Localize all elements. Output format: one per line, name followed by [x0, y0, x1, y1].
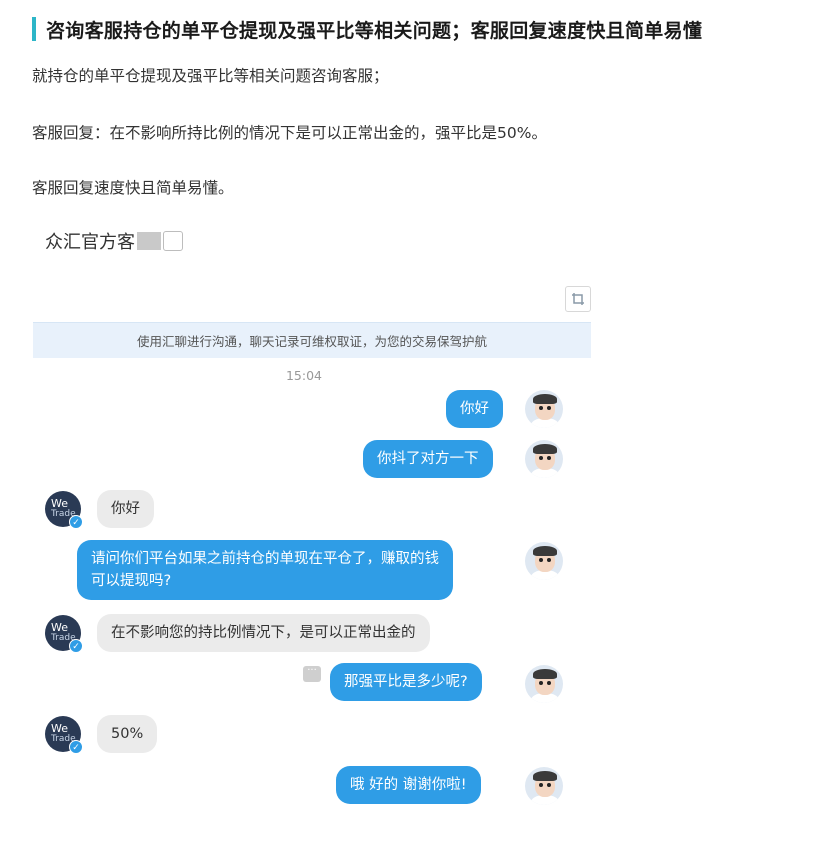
message-bubble-outgoing[interactable]: 请问你们平台如果之前持仓的单现在平仓了，赚取的钱 可以提现吗?: [77, 540, 453, 600]
paragraph-reply: 客服回复：在不影响所持比例的情况下是可以正常出金的，强平比是50%。: [32, 124, 547, 142]
redacted-name-block: [137, 232, 161, 250]
user-avatar: [525, 665, 563, 703]
message-bubble-incoming[interactable]: 50%: [97, 715, 158, 753]
user-avatar: [525, 440, 563, 478]
paragraph-question: 就持仓的单平仓提现及强平比等相关问题咨询客服；: [32, 67, 389, 85]
contact-checkbox[interactable]: [163, 231, 183, 251]
crop-icon[interactable]: [565, 286, 591, 312]
chat-contact-header: 众汇官方客: [45, 228, 183, 254]
heading-accent-bar: [32, 17, 36, 41]
message-bubble-outgoing[interactable]: 哦 好的 谢谢你啦!: [336, 766, 481, 804]
agent-avatar: We Trade ✓: [45, 716, 83, 754]
message-bubble-incoming[interactable]: 在不影响您的持比例情况下，是可以正常出金的: [97, 614, 430, 652]
message-bubble-outgoing[interactable]: 那强平比是多少呢?: [330, 663, 482, 701]
user-avatar: [525, 390, 563, 428]
agent-avatar: We Trade ✓: [45, 491, 83, 529]
security-notice: 使用汇聊进行沟通，聊天记录可维权取证，为您的交易保驾护航: [33, 322, 591, 358]
message-bubble-outgoing[interactable]: 你抖了对方一下: [363, 440, 493, 478]
contact-name: 众汇官方客: [45, 232, 135, 253]
more-dots-icon[interactable]: ···: [303, 666, 321, 682]
agent-avatar: We Trade ✓: [45, 615, 83, 653]
message-bubble-outgoing[interactable]: 你好: [446, 390, 503, 428]
user-avatar: [525, 542, 563, 580]
paragraph-summary: 客服回复速度快且简单易懂。: [32, 179, 234, 197]
check-icon: ✓: [69, 740, 83, 754]
check-icon: ✓: [69, 515, 83, 529]
user-avatar: [525, 767, 563, 805]
message-timestamp: 15:04: [285, 368, 323, 383]
check-icon: ✓: [69, 639, 83, 653]
article-title: 咨询客服持仓的单平仓提现及强平比等相关问题；客服回复速度快且简单易懂: [46, 19, 703, 42]
article-heading: 咨询客服持仓的单平仓提现及强平比等相关问题；客服回复速度快且简单易懂: [32, 14, 702, 44]
chat-screenshot: 众汇官方客 使用汇聊进行沟通，聊天记录可维权取证，为您的交易保驾护航 15:04…: [33, 210, 593, 840]
message-bubble-incoming[interactable]: 你好: [97, 490, 154, 528]
